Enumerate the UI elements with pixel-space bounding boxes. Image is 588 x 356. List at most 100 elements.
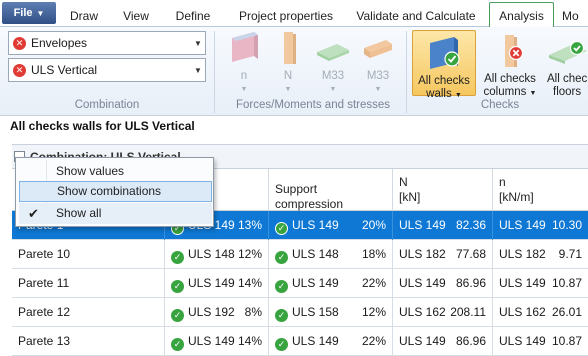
all-checks-walls-label: All checks xyxy=(418,75,470,87)
wall-name-cell: Parete 13 xyxy=(12,327,165,356)
ribbon-tab-bar: File ▼ Draw View Define Project properti… xyxy=(0,0,588,28)
combo-value: ULS 149 xyxy=(292,334,339,348)
grid-context-menu: Show values Show combinations ✔ Show all xyxy=(15,157,214,227)
chevron-down-icon: ▼ xyxy=(529,90,537,97)
support-compression-cell: ✓ ULS 149 20% xyxy=(269,211,393,240)
combo-value: ULS 149 xyxy=(399,334,446,348)
moment-m33-walls-label: M33 xyxy=(321,70,345,82)
all-checks-columns-button[interactable]: All checks columns ▼ xyxy=(479,31,541,100)
menu-item-show-values[interactable]: Show values xyxy=(19,161,212,182)
column-header-n[interactable]: n [kN/m] xyxy=(493,169,588,211)
tab-analysis[interactable]: Analysis xyxy=(489,2,554,28)
percent-value: 22% xyxy=(361,334,386,348)
beam-moment-icon xyxy=(358,28,398,68)
check1-cell: ✓ ULS 149 14% xyxy=(165,269,269,298)
all-checks-columns-label: All checks xyxy=(484,73,536,85)
force-n-button[interactable]: n ▼ xyxy=(222,28,266,96)
envelope-select[interactable]: ✕ Envelopes ▼ xyxy=(8,31,206,55)
n-cell: ULS 149 10.30 xyxy=(493,211,588,240)
tab-define[interactable]: Define xyxy=(168,5,218,27)
column-header-N[interactable]: N [kN] xyxy=(393,169,493,211)
checkmark-icon: ✔ xyxy=(28,206,39,221)
chevron-down-icon: ▼ xyxy=(194,38,202,48)
chevron-down-icon: ▼ xyxy=(194,65,202,75)
column-force-icon xyxy=(268,28,308,68)
combo-value: ULS 149 xyxy=(499,276,546,290)
table-row[interactable]: Parete 12 ✓ ULS 192 8% ✓ ULS 158 12% ULS 162… xyxy=(12,298,588,327)
combo-value: ULS 149 xyxy=(499,334,546,348)
combo-value: ULS 148 xyxy=(292,247,339,261)
all-checks-floors-button[interactable]: All chec floors xyxy=(545,31,588,99)
n-cell: ULS 149 10.87 xyxy=(493,269,588,298)
column-header-N-label: N xyxy=(399,175,408,189)
all-checks-columns-label-2: columns xyxy=(483,86,527,98)
support-compression-cell: ✓ ULS 158 12% xyxy=(269,298,393,327)
menu-item-show-combinations[interactable]: Show combinations xyxy=(19,181,212,202)
combo-value: ULS 149 xyxy=(499,218,546,232)
percent-value: 14% xyxy=(237,276,262,290)
combo-value: ULS 149 xyxy=(292,276,339,290)
table-row[interactable]: Parete 11 ✓ ULS 149 14% ✓ ULS 149 22% ULS 14… xyxy=(12,269,588,298)
limit-state-select-value: ULS Vertical xyxy=(31,63,98,77)
tab-draw[interactable]: Draw xyxy=(64,5,104,27)
percent-value: 8% xyxy=(244,305,262,319)
file-menu-button[interactable]: File ▼ xyxy=(2,2,56,24)
n-value: 10.87 xyxy=(551,334,582,348)
percent-value: 20% xyxy=(361,218,386,232)
combo-value: ULS 149 xyxy=(399,218,446,232)
combo-value: ULS 149 xyxy=(188,276,235,290)
n-cell: ULS 182 9.71 xyxy=(493,240,588,269)
all-checks-walls-button[interactable]: All checks walls ▼ xyxy=(412,30,476,100)
percent-value: 22% xyxy=(361,276,386,290)
combo-value: ULS 182 xyxy=(399,247,446,261)
n-value: 9.71 xyxy=(558,247,582,261)
file-menu-label: File xyxy=(13,7,33,19)
support-compression-cell: ✓ ULS 149 22% xyxy=(269,269,393,298)
table-row[interactable]: Parete 10 ✓ ULS 148 12% ✓ ULS 148 18% ULS 18… xyxy=(12,240,588,269)
n-value: 10.30 xyxy=(551,218,582,232)
check-ok-icon: ✓ xyxy=(275,309,288,322)
tab-project-properties[interactable]: Project properties xyxy=(230,5,342,27)
all-checks-columns-sub: columns ▼ xyxy=(479,86,541,100)
force-N-label: N xyxy=(283,70,293,82)
column-header-n-unit: [kN/m] xyxy=(499,190,534,204)
menu-item-show-all[interactable]: ✔ Show all xyxy=(19,203,212,224)
combo-value: ULS 148 xyxy=(188,247,235,261)
menu-item-show-all-label: Show all xyxy=(56,206,102,220)
check1-cell: ✓ ULS 148 12% xyxy=(165,240,269,269)
check-ok-icon: ✓ xyxy=(171,251,184,264)
combo-value: ULS 149 xyxy=(188,334,235,348)
column-header-support-compression[interactable]: Support compression xyxy=(269,169,393,211)
chevron-down-icon: ▼ xyxy=(36,8,45,18)
tab-view[interactable]: View xyxy=(116,5,156,27)
chevron-down-icon: ▼ xyxy=(284,86,292,93)
n-value: 26.01 xyxy=(551,305,582,319)
check-ok-icon: ✓ xyxy=(275,222,288,235)
check-ok-icon: ✓ xyxy=(171,309,184,322)
combo-value: ULS 149 xyxy=(292,218,339,232)
combo-value: ULS 158 xyxy=(292,305,339,319)
column-header-n-label: n xyxy=(499,175,506,189)
all-checks-floors-label: All chec xyxy=(547,73,588,85)
slab-moment-icon xyxy=(313,28,353,68)
N-cell: ULS 182 77.68 xyxy=(393,240,493,269)
ribbon-panel: ✕ Envelopes ▼ ✕ ULS Vertical ▼ Combinati… xyxy=(0,27,588,116)
combination-group-label: Combination xyxy=(74,99,140,111)
N-cell: ULS 149 86.96 xyxy=(393,269,493,298)
column-header-N-unit: [kN] xyxy=(399,190,421,204)
moment-m33-beams-button[interactable]: M33 ▼ xyxy=(356,28,400,96)
checks-group-label: Checks xyxy=(480,99,520,111)
combo-value: ULS 192 xyxy=(188,305,235,319)
limit-state-select[interactable]: ✕ ULS Vertical ▼ xyxy=(8,58,206,82)
percent-value: 18% xyxy=(361,247,386,261)
force-n-label: n xyxy=(240,70,248,82)
error-icon: ✕ xyxy=(13,36,26,50)
force-N-button[interactable]: N ▼ xyxy=(268,28,308,96)
moment-m33-walls-button[interactable]: M33 ▼ xyxy=(310,28,356,96)
check-ok-icon: ✓ xyxy=(275,338,288,351)
column-header-support-compression-label: Support compression xyxy=(275,182,344,211)
tab-validate-and-calculate[interactable]: Validate and Calculate xyxy=(350,5,482,27)
tab-more[interactable]: Mo xyxy=(562,5,588,27)
column-check-icon xyxy=(490,31,530,71)
table-row[interactable]: Parete 13 ✓ ULS 149 14% ✓ ULS 149 22% ULS 14… xyxy=(12,327,588,356)
